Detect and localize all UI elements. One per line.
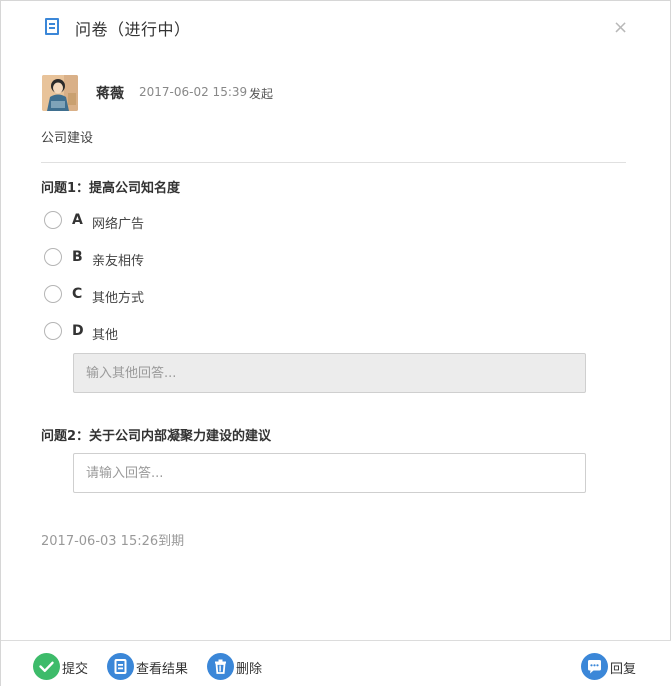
answer-input[interactable] [73, 453, 586, 493]
option-letter: B [72, 249, 83, 265]
option-d[interactable]: D 其他 [44, 322, 344, 343]
check-icon [33, 653, 60, 680]
avatar[interactable] [42, 75, 78, 111]
question-2-title: 问题2：关于公司内部凝聚力建设的建议 [41, 429, 272, 444]
questionnaire-dialog: 问卷（进行中） × 蒋薇 2017-06-02 15:39 发起 公司建设 问题… [0, 0, 671, 686]
submit-label: 提交 [62, 662, 89, 677]
option-text: 其他方式 [92, 291, 145, 306]
option-text: 亲友相传 [92, 254, 145, 269]
reply-button[interactable]: 回复 [581, 653, 643, 681]
option-text: 网络广告 [92, 217, 145, 232]
author-name[interactable]: 蒋薇 [96, 83, 124, 103]
chat-icon [581, 653, 608, 680]
post-meta: 蒋薇 2017-06-02 15:39 发起 [42, 75, 442, 111]
option-letter: D [72, 323, 84, 339]
delete-label: 删除 [236, 662, 263, 677]
divider [41, 162, 626, 163]
option-c[interactable]: C 其他方式 [44, 285, 344, 306]
view-results-label: 查看结果 [136, 662, 189, 677]
close-icon[interactable]: × [613, 17, 628, 39]
trash-icon [207, 653, 234, 680]
reply-label: 回复 [610, 662, 637, 677]
radio-button[interactable] [44, 248, 62, 266]
option-text: 其他 [92, 328, 119, 343]
radio-button[interactable] [44, 322, 62, 340]
view-results-button[interactable]: 查看结果 [107, 653, 197, 681]
option-a[interactable]: A 网络广告 [44, 211, 344, 232]
submit-button[interactable]: 提交 [33, 653, 93, 681]
radio-button[interactable] [44, 285, 62, 303]
dialog-header: 问卷（进行中） × [1, 1, 670, 57]
option-letter: C [72, 286, 83, 302]
delete-button[interactable]: 删除 [207, 653, 267, 681]
document-icon [45, 18, 59, 35]
option-b[interactable]: B 亲友相传 [44, 248, 344, 269]
other-answer-input[interactable] [73, 353, 586, 393]
question-1-title: 问题1：提高公司知名度 [41, 181, 181, 196]
questionnaire-description: 公司建设 [41, 131, 94, 146]
option-letter: A [72, 212, 83, 228]
deadline-text: 2017-06-03 15:26到期 [41, 534, 185, 549]
dialog-title: 问卷（进行中） [75, 20, 191, 39]
list-icon [107, 653, 134, 680]
footer-toolbar: 提交 查看结果 删除 回复 [1, 640, 671, 686]
post-timestamp: 2017-06-02 15:39 [139, 85, 248, 99]
post-action-label: 发起 [249, 87, 274, 101]
radio-button[interactable] [44, 211, 62, 229]
